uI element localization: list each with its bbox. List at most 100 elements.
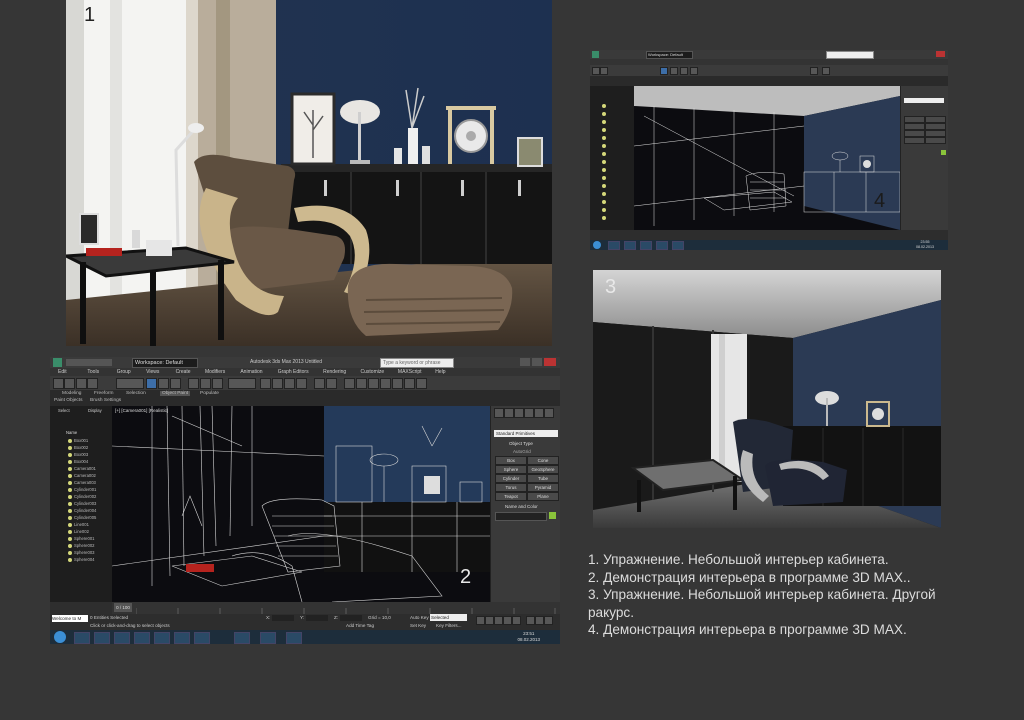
ribbon-tab-selection[interactable]: Selection [126, 391, 146, 396]
scene-item[interactable]: Sphere002 [68, 543, 110, 550]
scene-tab-select[interactable]: Select [58, 408, 70, 413]
object-color-swatch[interactable] [549, 512, 556, 519]
taskbar-app-icon[interactable] [624, 241, 636, 250]
time-slider[interactable]: 0 / 100 [114, 603, 132, 612]
select-by-name-icon[interactable] [158, 378, 169, 389]
menu-help[interactable]: Help [435, 368, 459, 376]
reference-coord-dropdown[interactable] [228, 378, 256, 389]
create-tab-icon[interactable] [494, 408, 504, 418]
object-button-box[interactable]: Box [495, 456, 527, 465]
coord-z-field[interactable] [340, 615, 362, 621]
maxscript-listener[interactable]: Welcome to M [52, 615, 88, 622]
scene-item[interactable]: Sphere003 [68, 550, 110, 557]
object-button[interactable] [904, 123, 925, 130]
close-button[interactable] [544, 358, 556, 366]
scene-item[interactable]: Cylinder001 [68, 487, 110, 494]
object-button[interactable] [904, 116, 925, 123]
undo-icon[interactable] [53, 378, 64, 389]
object-name-input[interactable] [495, 512, 547, 521]
object-button-plane[interactable]: Plane [527, 492, 559, 501]
region-select-icon[interactable] [170, 378, 181, 389]
taskbar-3dsmax-icon[interactable] [194, 632, 210, 644]
menu-edit[interactable]: Edit [58, 368, 86, 376]
object-button-cone[interactable]: Cone [527, 456, 559, 465]
next-frame-icon[interactable] [503, 616, 512, 625]
render-frame-icon[interactable] [404, 378, 415, 389]
taskbar-excel-icon[interactable] [260, 632, 276, 644]
viewport-camera[interactable]: [+] [Camera001] [Realistic] 2 [112, 406, 490, 602]
object-button[interactable] [904, 130, 925, 137]
taskbar-explorer-icon[interactable] [74, 632, 90, 644]
taskbar-media-icon[interactable] [94, 632, 110, 644]
menu-tools[interactable]: Tools [87, 368, 115, 376]
go-to-start-icon[interactable] [476, 616, 485, 625]
redo-icon[interactable] [600, 67, 608, 75]
taskbar-app-icon[interactable] [174, 632, 190, 644]
app-logo-icon[interactable] [53, 358, 62, 367]
scene-item[interactable]: Cylinder004 [68, 508, 110, 515]
autogrid-checkbox[interactable]: AutoGrid [513, 449, 531, 454]
utilities-tab-icon[interactable] [544, 408, 554, 418]
rotate-icon[interactable] [200, 378, 211, 389]
key-filters-button[interactable]: Key Filters... [436, 623, 462, 628]
menu-rendering[interactable]: Rendering [323, 368, 359, 376]
select-object-icon[interactable] [146, 378, 157, 389]
motion-tab-icon[interactable] [524, 408, 534, 418]
scene-item[interactable]: Cylinder002 [68, 494, 110, 501]
object-button-geosphere[interactable]: GeoSphere [527, 465, 559, 474]
menu-group[interactable]: Group [117, 368, 145, 376]
scene-item[interactable]: Box003 [68, 452, 110, 459]
scene-item[interactable]: Camera002 [68, 473, 110, 480]
layer-icon[interactable] [344, 378, 355, 389]
mirror-icon[interactable] [314, 378, 325, 389]
scene-item[interactable]: Cylinder005 [68, 515, 110, 522]
maximize-button[interactable] [532, 358, 542, 366]
select-object-icon[interactable] [660, 67, 668, 75]
hierarchy-tab-icon[interactable] [514, 408, 524, 418]
move-icon[interactable] [188, 378, 199, 389]
search-input[interactable]: Type a keyword or phrase [380, 358, 454, 368]
percent-snap-icon[interactable] [296, 378, 307, 389]
taskbar-word-icon[interactable] [134, 632, 150, 644]
orbit-icon[interactable] [544, 616, 553, 625]
close-button[interactable] [936, 51, 945, 57]
primitive-type-dropdown[interactable]: Standard Primitives [494, 430, 558, 437]
menu-views[interactable]: Views [146, 368, 174, 376]
ribbon-tab-object-paint[interactable]: Object Paint [160, 391, 191, 396]
scene-tab-display[interactable]: Display [88, 408, 102, 413]
menu-modifiers[interactable]: Modifiers [205, 368, 239, 376]
taskbar-chrome-icon[interactable] [286, 632, 302, 644]
taskbar-app-icon[interactable] [608, 241, 620, 250]
scene-item[interactable]: Box001 [68, 438, 110, 445]
ribbon-tab-populate[interactable]: Populate [200, 391, 219, 396]
taskbar-document-icon[interactable] [234, 632, 250, 644]
scene-item[interactable]: Line002 [68, 529, 110, 536]
workspace-dropdown[interactable]: Workspace: Default [132, 358, 198, 368]
scene-item[interactable]: Sphere004 [68, 557, 110, 564]
search-input[interactable] [826, 51, 874, 59]
object-button-tube[interactable]: Tube [527, 474, 559, 483]
minimize-button[interactable] [520, 358, 530, 366]
object-button[interactable] [925, 130, 946, 137]
object-button[interactable] [925, 137, 946, 144]
object-button[interactable] [925, 123, 946, 130]
scene-item[interactable]: Box002 [68, 445, 110, 452]
scene-item[interactable]: Line001 [68, 522, 110, 529]
object-button-torus[interactable]: Torus [495, 483, 527, 492]
object-button[interactable] [925, 116, 946, 123]
display-tab-icon[interactable] [534, 408, 544, 418]
coord-x-field[interactable] [272, 615, 294, 621]
key-mode-dropdown[interactable]: Selected [430, 614, 467, 621]
quick-access-toolbar[interactable] [66, 359, 112, 366]
selection-filter-dropdown[interactable] [116, 378, 144, 389]
angle-snap-icon[interactable] [284, 378, 295, 389]
menu-graph-editors[interactable]: Graph Editors [278, 368, 322, 376]
scene-item[interactable]: Sphere001 [68, 536, 110, 543]
taskbar-photoshop-icon[interactable] [154, 632, 170, 644]
app-logo-icon[interactable] [592, 51, 599, 58]
object-color-swatch[interactable] [941, 150, 946, 155]
viewport-camera-small[interactable]: 4 [634, 86, 900, 230]
material-editor-icon[interactable] [810, 67, 818, 75]
schematic-icon[interactable] [368, 378, 379, 389]
scene-item[interactable]: Box004 [68, 459, 110, 466]
